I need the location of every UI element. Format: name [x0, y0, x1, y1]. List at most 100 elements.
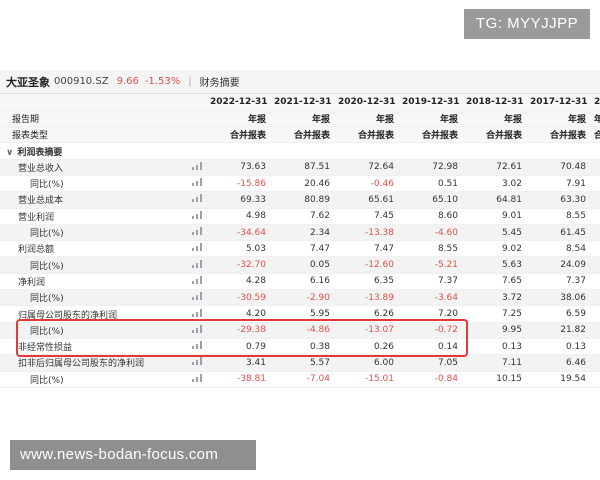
value-cell: 7.25	[462, 305, 526, 323]
bar-chart-icon[interactable]	[178, 305, 206, 323]
value-cell: 9.01	[462, 208, 526, 225]
value-cell: 5.95	[270, 305, 334, 323]
truncated-cell	[590, 191, 600, 209]
header-cell: 2020-12-31	[334, 94, 398, 111]
value-cell: 3.02	[462, 175, 526, 193]
value-cell: -30.59	[206, 289, 270, 307]
value-cell: -7.04	[270, 371, 334, 388]
financial-summary-panel: 大亚圣象 000910.SZ 9.66 -1.53% | 财务摘要 2022-1…	[0, 70, 600, 408]
value-cell: 72.98	[398, 159, 462, 176]
bar-chart-icon[interactable]	[178, 338, 206, 356]
truncated-cell	[590, 240, 600, 258]
bar-chart-icon[interactable]	[178, 159, 206, 176]
truncated-cell	[590, 371, 600, 388]
value-cell: 0.26	[334, 338, 398, 356]
value-cell: 65.10	[398, 191, 462, 209]
telegram-badge: TG: MYYJJPP	[464, 9, 590, 39]
truncated-cell	[590, 208, 600, 225]
truncated-cell	[590, 273, 600, 291]
truncated-cell	[590, 289, 600, 307]
row-label: 非经常性损益	[0, 338, 178, 356]
value-cell: 8.60	[398, 208, 462, 225]
row-label: 营业总收入	[0, 159, 178, 176]
header-cell: 合并报表	[270, 126, 334, 144]
row-label: 同比(%)	[0, 224, 178, 242]
bar-chart-icon[interactable]	[178, 240, 206, 258]
value-cell: 24.09	[526, 256, 590, 274]
table-row: 非经常性损益 0.79 0.38 0.26 0.14 0.13 0.13	[0, 338, 600, 356]
value-cell: 4.20	[206, 305, 270, 323]
bar-chart-icon[interactable]	[178, 273, 206, 291]
value-cell: 7.20	[398, 305, 462, 323]
value-cell: 7.47	[334, 240, 398, 258]
value-cell: 9.02	[462, 240, 526, 258]
value-cell: 7.11	[462, 354, 526, 372]
value-cell: 9.95	[462, 322, 526, 339]
value-cell: 3.72	[462, 289, 526, 307]
value-cell: -0.84	[398, 371, 462, 388]
value-cell: 7.91	[526, 175, 590, 193]
value-cell: 7.47	[270, 240, 334, 258]
row-label: 同比(%)	[0, 371, 178, 388]
header-cell: 年报	[206, 110, 270, 128]
value-cell: 5.03	[206, 240, 270, 258]
table-row: 归属母公司股东的净利润 4.20 5.95 6.26 7.20 7.25 6.59	[0, 305, 600, 323]
bar-chart-icon[interactable]	[178, 224, 206, 242]
value-cell: 73.63	[206, 159, 270, 176]
bar-chart-icon[interactable]	[178, 175, 206, 193]
value-cell: 69.33	[206, 191, 270, 209]
section-label[interactable]: ∨ 利润表摘要	[0, 142, 600, 160]
header-cell: 2022-12-31	[206, 94, 270, 111]
bar-chart-icon[interactable]	[178, 354, 206, 372]
value-cell: -34.64	[206, 224, 270, 242]
header-cell: 合并报表	[334, 126, 398, 144]
value-cell: 0.79	[206, 338, 270, 356]
bar-chart-icon[interactable]	[178, 208, 206, 225]
header-cell: 2017-12-31	[526, 94, 590, 111]
bar-chart-icon[interactable]	[178, 191, 206, 209]
value-cell: 5.45	[462, 224, 526, 242]
header-label	[0, 94, 178, 111]
bar-chart-icon[interactable]	[178, 322, 206, 339]
value-cell: 19.54	[526, 371, 590, 388]
value-cell: 0.13	[526, 338, 590, 356]
value-cell: 7.62	[270, 208, 334, 225]
tab-financial-summary[interactable]: 财务摘要	[200, 74, 240, 89]
bar-chart-icon[interactable]	[178, 371, 206, 388]
header-cell: 合	[590, 126, 600, 144]
row-label: 同比(%)	[0, 256, 178, 274]
value-cell: 87.51	[270, 159, 334, 176]
value-cell: 7.37	[398, 273, 462, 291]
header-cell: 合并报表	[526, 126, 590, 144]
value-cell: 65.61	[334, 191, 398, 209]
value-cell: 6.46	[526, 354, 590, 372]
header-label: 报表类型	[0, 126, 178, 144]
header-cell: 年报	[270, 110, 334, 128]
truncated-cell	[590, 305, 600, 323]
row-label: 利润总额	[0, 240, 178, 258]
header-cell: 年报	[398, 110, 462, 128]
value-cell: 63.30	[526, 191, 590, 209]
value-cell: -15.86	[206, 175, 270, 193]
separator: |	[188, 76, 192, 87]
bar-chart-icon[interactable]	[178, 289, 206, 307]
value-cell: 72.61	[462, 159, 526, 176]
stock-header-bar: 大亚圣象 000910.SZ 9.66 -1.53% | 财务摘要	[0, 70, 600, 94]
chevron-down-icon[interactable]: ∨	[6, 148, 13, 158]
value-cell: -38.81	[206, 371, 270, 388]
header-cell: 合并报表	[398, 126, 462, 144]
row-label: 归属母公司股东的净利润	[0, 305, 178, 323]
value-cell: 8.55	[398, 240, 462, 258]
value-cell: -4.60	[398, 224, 462, 242]
table-row: 扣非后归属母公司股东的净利润 3.41 5.57 6.00 7.05 7.11 6.46	[0, 354, 600, 372]
bar-chart-icon[interactable]	[178, 256, 206, 274]
value-cell: 5.63	[462, 256, 526, 274]
value-cell: 0.38	[270, 338, 334, 356]
table-row: 营业总成本 69.33 80.89 65.61 65.10 64.81 63.30	[0, 191, 600, 209]
table-row: 同比(%) -38.81 -7.04 -15.01 -0.84 10.15 19.54	[0, 371, 600, 388]
header-cell: 年	[590, 110, 600, 128]
value-cell: 64.81	[462, 191, 526, 209]
header-cell: 年报	[526, 110, 590, 128]
section-row[interactable]: ∨ 利润表摘要	[0, 142, 600, 160]
value-cell: 2.34	[270, 224, 334, 242]
